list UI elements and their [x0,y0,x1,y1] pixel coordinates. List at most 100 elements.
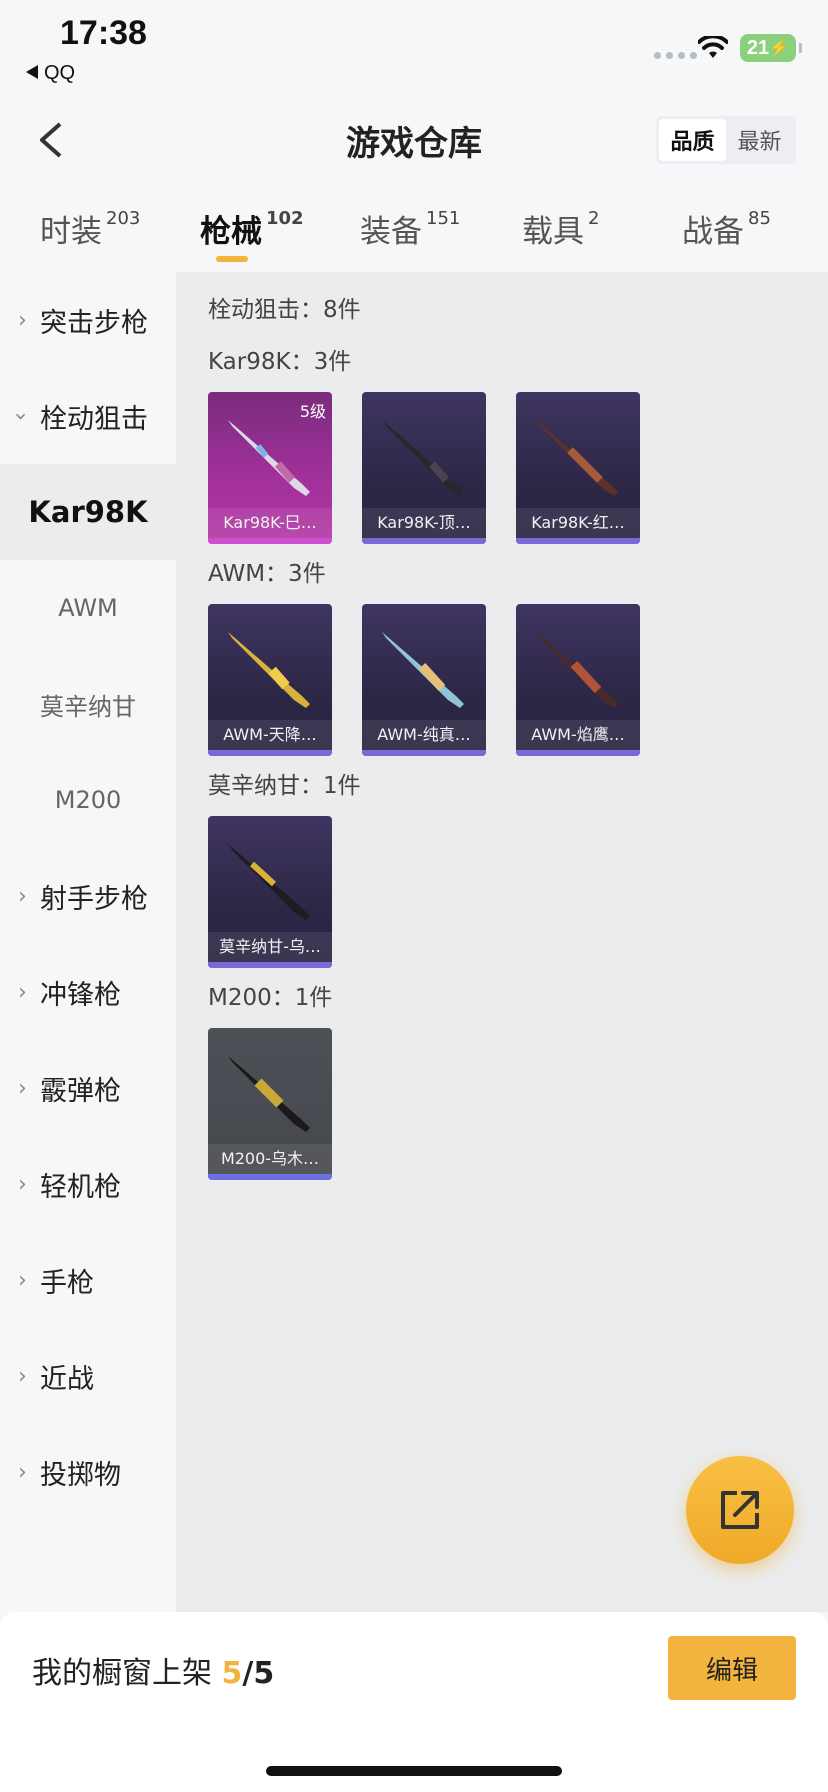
showcase-label: 我的橱窗上架 [32,1656,212,1691]
sidebar-item-throwable[interactable]: › 投掷物 [0,1424,176,1520]
chevron-right-icon: › [18,1363,27,1389]
item-name: Kar98K-红… [516,508,640,538]
rifle-icon [382,632,464,708]
tab-supplies-count: 85 [748,208,771,229]
sidebar-item-label: 投掷物 [40,1459,121,1491]
rarity-bar [516,538,640,544]
tab-weapons[interactable]: 枪械 102 [200,206,304,251]
rifle-icon [536,420,618,496]
back-to-app-link[interactable]: QQ [26,62,75,85]
section-title-mosin: 莫辛纳甘：1件 [208,773,361,799]
sidebar-subitem-kar98k[interactable]: Kar98K [0,464,176,560]
battery-indicator: 21 ⚡ [740,34,802,62]
tab-equipment-count: 151 [426,208,461,229]
status-time: 17:38 [60,14,147,52]
tab-equipment-label: 装备 [360,214,422,250]
tab-equipment[interactable]: 装备 151 [360,206,460,251]
sidebar-item-melee[interactable]: › 近战 [0,1328,176,1424]
item-card-awm-1[interactable]: AWM-天降… [208,604,332,756]
chevron-right-icon: › [18,883,27,909]
rifle-icon [536,632,618,708]
active-tab-indicator [216,256,248,262]
item-card-kar98k-3[interactable]: Kar98K-红… [516,392,640,544]
sidebar-item-label: 霰弹枪 [40,1075,121,1107]
tab-vehicles-count: 2 [588,208,600,229]
sidebar: › 突击步枪 › 栓动狙击 Kar98K AWM 莫辛纳甘 M200 › 射手步枪 ›… [0,272,176,1612]
showcase-total: /5 [242,1656,275,1691]
sidebar-subitem-awm[interactable]: AWM [0,560,176,656]
tab-fashion-count: 203 [106,208,141,229]
rarity-bar [362,750,486,756]
rarity-bar [208,538,332,544]
item-name: 莫辛纳甘-乌… [208,932,332,962]
item-card-kar98k-2[interactable]: Kar98K-顶… [362,392,486,544]
item-card-awm-2[interactable]: AWM-纯真… [362,604,486,756]
item-card-kar98k-1[interactable]: 5级 Kar98K-巳… [208,392,332,544]
sidebar-item-label: 突击步枪 [40,307,148,339]
rarity-bar [362,538,486,544]
section-title-m200: M200：1件 [208,985,333,1011]
sidebar-item-marksman-rifle[interactable]: › 射手步枪 [0,848,176,944]
sort-quality-button[interactable]: 品质 [659,119,726,161]
section-title-kar98k: Kar98K：3件 [208,349,352,375]
rifle-icon [228,1056,310,1132]
sort-toggle: 品质 最新 [656,116,796,164]
sidebar-item-smg[interactable]: › 冲锋枪 [0,944,176,1040]
sidebar-item-label: 手枪 [40,1267,94,1299]
chevron-right-icon: › [18,979,27,1005]
item-name: AWM-天降… [208,720,332,750]
category-title: 栓动狙击：8件 [208,297,361,323]
section-title-awm: AWM：3件 [208,561,326,587]
rifle-icon [228,420,310,496]
sidebar-item-label: 栓动狙击 [40,403,148,435]
share-button[interactable] [686,1456,794,1564]
sidebar-item-shotgun[interactable]: › 霰弹枪 [0,1040,176,1136]
chevron-right-icon: › [18,1459,27,1485]
item-card-awm-3[interactable]: AWM-焰鹰… [516,604,640,756]
chevron-right-icon: › [18,307,27,333]
showcase-status: 我的橱窗上架 5/5 [32,1648,274,1692]
tab-supplies[interactable]: 战备 85 [682,206,771,251]
edit-button[interactable]: 编辑 [668,1636,796,1700]
sidebar-item-assault-rifle[interactable]: › 突击步枪 [0,272,176,368]
sort-newest-button[interactable]: 最新 [726,119,793,161]
rifle-icon [228,844,310,920]
item-card-m200-1[interactable]: M200-乌木… [208,1028,332,1180]
rarity-bar [516,750,640,756]
rifle-icon [228,632,310,708]
signal-icon [654,52,697,59]
item-name: AWM-纯真… [362,720,486,750]
bottom-bar: 我的橱窗上架 5/5 编辑 [0,1612,828,1792]
sidebar-item-label: 轻机枪 [40,1171,121,1203]
home-indicator[interactable] [266,1766,562,1776]
back-triangle-icon [26,65,38,80]
tab-vehicles[interactable]: 载具 2 [522,206,599,251]
item-card-mosin-1[interactable]: 莫辛纳甘-乌… [208,816,332,968]
sidebar-item-label: 射手步枪 [40,883,148,915]
chevron-right-icon: › [18,1267,27,1293]
sidebar-subitem-mosin[interactable]: 莫辛纳甘 [0,656,176,752]
rifle-icon [382,420,464,496]
chevron-right-icon: › [18,1171,27,1197]
rarity-bar [208,750,332,756]
sidebar-item-pistol[interactable]: › 手枪 [0,1232,176,1328]
chevron-down-icon: › [7,411,33,421]
tab-weapons-count: 102 [266,208,304,229]
back-app-label: QQ [44,62,76,84]
share-icon [721,1491,759,1529]
rarity-bar [208,962,332,968]
sidebar-subitem-m200[interactable]: M200 [0,752,176,848]
tab-fashion-label: 时装 [40,214,102,250]
top-nav: 游戏仓库 品质 最新 [0,96,828,184]
sidebar-item-bolt-sniper[interactable]: › 栓动狙击 [0,368,176,464]
status-bar: 17:38 QQ 21 ⚡ [0,0,828,96]
tab-weapons-label: 枪械 [200,214,262,250]
tab-supplies-label: 战备 [682,214,744,250]
category-tabs: 时装 203 枪械 102 装备 151 载具 2 战备 85 [0,196,828,270]
sidebar-item-lmg[interactable]: › 轻机枪 [0,1136,176,1232]
chevron-right-icon: › [18,1075,27,1101]
item-name: Kar98K-巳… [208,508,332,538]
showcase-current: 5 [221,1656,243,1691]
battery-level: 21 [746,36,770,59]
tab-fashion[interactable]: 时装 203 [40,206,140,251]
